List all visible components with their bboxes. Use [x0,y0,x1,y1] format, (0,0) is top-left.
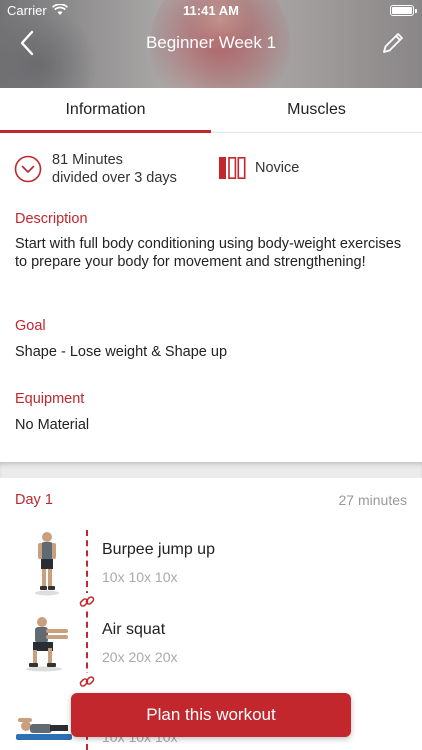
air-squat-figure-image [26,617,68,672]
exercise-name: Air squat [102,621,166,638]
description-text: Start with full body conditioning using … [15,236,402,270]
difficulty-level: Novice [255,160,300,176]
equipment-heading: Equipment [15,391,85,407]
tab-muscles[interactable]: Muscles [211,88,422,132]
link-chain-icon [78,673,96,691]
status-bar: Carrier 11:41 AM [0,0,422,22]
duration-days: divided over 3 days [52,170,177,186]
description-heading: Description [15,211,88,227]
section-divider [0,462,422,478]
link-chain-icon [78,593,96,611]
battery-icon [390,5,417,16]
difficulty-bars-icon [219,156,246,179]
exercise-name: Burpee jump up [102,541,215,558]
goal-text: Shape - Lose weight & Shape up [15,344,228,360]
clock-time: 11:41 AM [183,3,239,18]
exercise-reps: 20x 20x 20x [102,649,178,665]
page-title: Beginner Week 1 [145,33,277,52]
day-duration: 27 minutes [338,492,407,508]
exercise-reps: 10x 10x 10x [102,569,178,585]
back-button[interactable] [12,28,42,58]
burpee-figure-image [35,532,59,596]
goal-heading: Goal [15,318,46,334]
tab-bar: Information Muscles [0,88,422,133]
equipment-text: No Material [15,417,90,433]
workout-summary: 81 Minutes divided over 3 days Novice [0,148,422,193]
day-title: Day 1 [15,492,53,508]
clock-icon [14,155,42,183]
back-chevron-icon [20,30,34,56]
tab-information[interactable]: Information [0,88,211,133]
floor-exercise-figure-image [16,718,72,740]
duration-minutes: 81 Minutes [52,152,123,168]
edit-button[interactable] [378,28,408,58]
edit-pencil-icon [383,33,403,53]
plan-workout-button[interactable]: Plan this workout [71,693,351,737]
